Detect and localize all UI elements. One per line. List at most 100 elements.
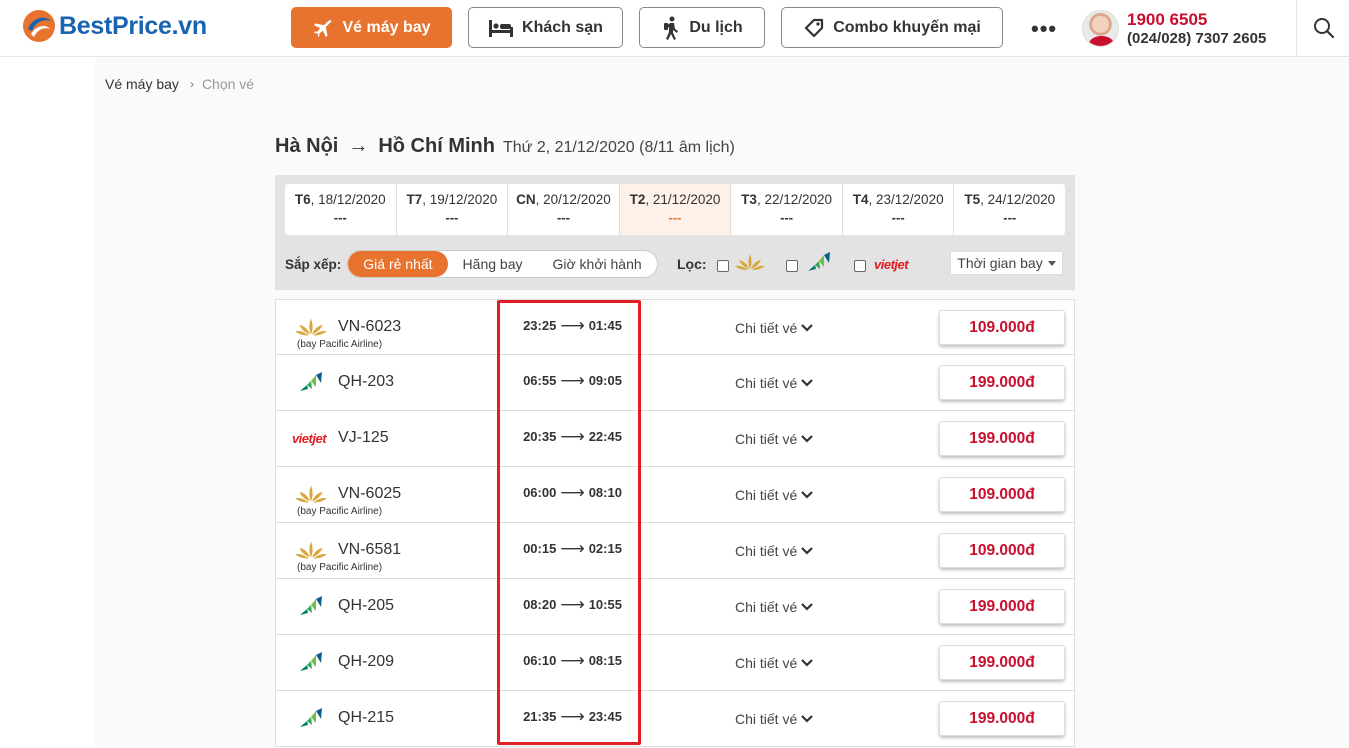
sort-options: Giá rẻ nhất Hãng bay Giờ khởi hành — [347, 250, 658, 278]
hotline-primary[interactable]: 1900 6505 — [1127, 10, 1207, 30]
bamboo-airways-logo-icon — [300, 652, 322, 671]
airline-logo — [292, 707, 330, 729]
date-option[interactable]: T5, 24/12/2020 --- — [954, 184, 1065, 235]
ticket-detail-toggle[interactable]: Chi tiết vé — [735, 431, 814, 447]
hiker-icon — [664, 16, 679, 40]
flight-code: VN-6025 — [338, 485, 402, 502]
flight-row: QH-205 08:20 ⟶ 10:55 Chi tiết vé 199.000đ — [275, 579, 1075, 635]
ticket-detail-toggle[interactable]: Chi tiết vé — [735, 487, 814, 503]
vietnam-airlines-logo-icon — [735, 254, 765, 270]
departure-time: 00:15 — [523, 541, 557, 556]
travel-date: Thứ 2, 21/12/2020 (8/11 âm lịch) — [502, 139, 735, 156]
filter-bamboo-checkbox[interactable] — [786, 260, 798, 272]
destination-city: Hồ Chí Minh — [378, 135, 495, 157]
flight-code: VN-6581 — [338, 541, 402, 558]
caret-down-icon — [1047, 260, 1056, 266]
departure-time: 23:25 — [523, 318, 557, 333]
time-arrow: ⟶ — [560, 371, 585, 390]
more-menu-button[interactable]: ••• — [1031, 16, 1057, 42]
flight-row: VN-6025 (bay Pacific Airline) 06:00 ⟶ 08:10 C… — [275, 467, 1075, 523]
ticket-detail-toggle[interactable]: Chi tiết vé — [735, 711, 814, 727]
date-price: --- — [668, 210, 682, 225]
breadcrumb-separator: › — [189, 77, 194, 91]
flight-list: VN-6023 (bay Pacific Airline) 23:25 ⟶ 01:45 C… — [275, 299, 1075, 747]
nav-combo-button[interactable]: Combo khuyến mại — [781, 7, 1003, 48]
time-arrow: ⟶ — [560, 483, 585, 502]
date-option[interactable]: T7, 19/12/2020 --- — [397, 184, 509, 235]
date-option[interactable]: CN, 20/12/2020 --- — [508, 184, 620, 235]
date-option[interactable]: T2, 21/12/2020 --- — [619, 184, 732, 235]
nav-flights-label: Vé máy bay — [342, 18, 431, 36]
date-label: T2, 21/12/2020 — [629, 192, 721, 207]
ticket-detail-toggle[interactable]: Chi tiết vé — [735, 655, 814, 671]
search-icon[interactable] — [1313, 17, 1335, 39]
top-header: BestPrice.vn Vé máy bay Khách sạn Du lịc… — [0, 0, 1349, 57]
ticket-detail-toggle[interactable]: Chi tiết vé — [735, 543, 814, 559]
bed-icon — [489, 19, 514, 37]
departure-time: 06:00 — [523, 485, 557, 500]
flight-times: 08:20 ⟶ 10:55 — [500, 596, 645, 613]
duration-dropdown[interactable]: Thời gian bay — [950, 251, 1063, 275]
flight-row: QH-203 06:55 ⟶ 09:05 Chi tiết vé 199.000đ — [275, 355, 1075, 411]
price-button[interactable]: 109.000đ — [939, 533, 1065, 568]
time-arrow: ⟶ — [560, 707, 585, 726]
ticket-detail-label: Chi tiết vé — [735, 599, 798, 615]
nav-hotels-button[interactable]: Khách sạn — [468, 7, 623, 48]
chevron-down-icon — [801, 324, 814, 332]
airline-logo — [292, 483, 330, 505]
departure-time: 06:10 — [523, 653, 557, 668]
airline-logo — [292, 371, 330, 393]
ticket-detail-toggle[interactable]: Chi tiết vé — [735, 599, 814, 615]
sort-departure[interactable]: Giờ khởi hành — [537, 251, 656, 277]
arrival-time: 02:15 — [588, 541, 622, 556]
route-arrow: → — [348, 135, 369, 157]
flight-times: 20:35 ⟶ 22:45 — [500, 428, 645, 445]
date-label: T6, 18/12/2020 — [294, 192, 386, 207]
price-button[interactable]: 109.000đ — [939, 310, 1065, 345]
price-button[interactable]: 199.000đ — [939, 365, 1065, 400]
price-button[interactable]: 199.000đ — [939, 589, 1065, 624]
breadcrumb-home[interactable]: Vé máy bay — [105, 76, 179, 92]
sort-airline[interactable]: Hãng bay — [448, 251, 538, 277]
chevron-down-icon — [801, 659, 814, 667]
nav-combo-label: Combo khuyến mại — [833, 18, 981, 36]
price-button[interactable]: 199.000đ — [939, 701, 1065, 736]
ticket-detail-toggle[interactable]: Chi tiết vé — [735, 375, 814, 391]
duration-label: Thời gian bay — [957, 255, 1043, 271]
tag-icon — [805, 18, 824, 37]
price-button[interactable]: 199.000đ — [939, 421, 1065, 456]
price-button[interactable]: 109.000đ — [939, 477, 1065, 512]
chevron-down-icon — [801, 603, 814, 611]
hotline-secondary[interactable]: (024/028) 7307 2605 — [1127, 30, 1266, 47]
chevron-down-icon — [801, 715, 814, 723]
chevron-down-icon — [801, 379, 814, 387]
flight-times: 21:35 ⟶ 23:45 — [500, 707, 645, 726]
filter-vna-checkbox[interactable] — [717, 260, 729, 272]
site-logo[interactable]: BestPrice.vn — [22, 9, 207, 43]
nav-flights-button[interactable]: Vé máy bay — [291, 7, 452, 48]
date-option[interactable]: T6, 18/12/2020 --- — [285, 184, 397, 235]
sort-cheapest[interactable]: Giá rẻ nhất — [348, 251, 448, 277]
departure-time: 20:35 — [523, 429, 557, 444]
departure-time: 21:35 — [523, 709, 557, 724]
date-price: --- — [556, 210, 570, 225]
nav-tours-button[interactable]: Du lịch — [639, 7, 765, 48]
operated-by: (bay Pacific Airline) — [297, 562, 383, 573]
operated-by: (bay Pacific Airline) — [297, 339, 383, 350]
date-option[interactable]: T4, 23/12/2020 --- — [843, 184, 955, 235]
price-button[interactable]: 199.000đ — [939, 645, 1065, 680]
chevron-down-icon — [801, 435, 814, 443]
time-arrow: ⟶ — [560, 316, 585, 335]
date-price: --- — [780, 210, 794, 225]
filter-label: Lọc: — [677, 256, 707, 272]
chevron-down-icon — [801, 547, 814, 555]
ticket-detail-toggle[interactable]: Chi tiết vé — [735, 320, 814, 336]
bamboo-airways-logo-icon — [300, 708, 322, 727]
flight-row: vietjet VJ-125 20:35 ⟶ 22:45 Chi tiết vé 199.0… — [275, 411, 1075, 467]
flight-row: QH-209 06:10 ⟶ 08:15 Chi tiết vé 199.000đ — [275, 635, 1075, 691]
arrival-time: 23:45 — [588, 709, 622, 724]
origin-city: Hà Nội — [275, 135, 339, 157]
support-avatar — [1082, 10, 1119, 47]
filter-vietjet-checkbox[interactable] — [854, 260, 866, 272]
date-option[interactable]: T3, 22/12/2020 --- — [731, 184, 843, 235]
